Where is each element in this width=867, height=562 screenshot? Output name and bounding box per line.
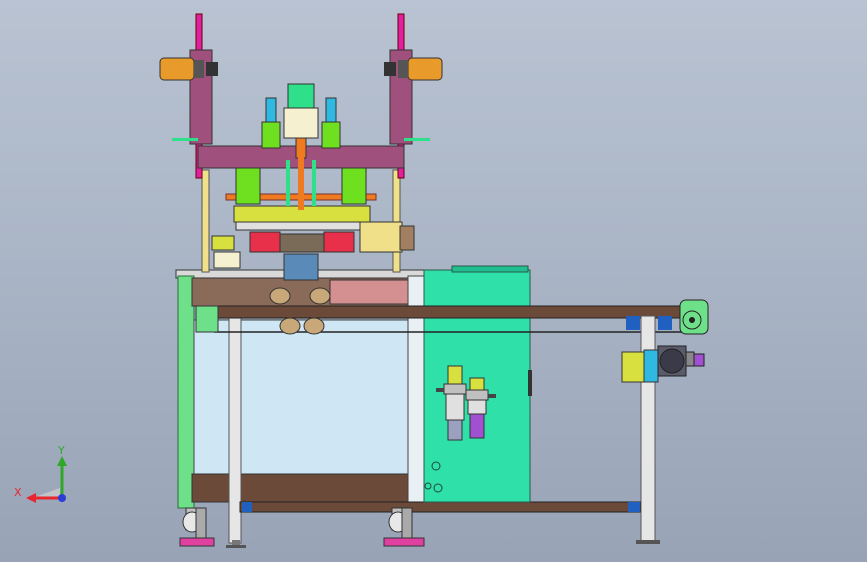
x-axis-label: X [14, 486, 22, 499]
bottom-conveyor-rail [239, 501, 641, 513]
sensor-bracket-left-lower [213, 251, 241, 269]
x-axis-arrow [26, 493, 36, 503]
yellow-side-motor [359, 221, 415, 253]
central-slide-beam-lower [235, 221, 373, 231]
upper-red-panel [329, 279, 411, 305]
z-axis-dot [58, 494, 66, 502]
side-pin-right [404, 138, 430, 141]
left-caster [179, 507, 215, 547]
guide-rod [312, 160, 316, 206]
red-clamp-right [323, 231, 355, 253]
upper-post-right [392, 169, 401, 273]
right-caster [383, 507, 425, 547]
upper-post-left [201, 169, 210, 273]
conveyor-bracket [626, 316, 640, 330]
side-pin-left [172, 138, 198, 141]
guide-rod [298, 150, 304, 210]
lower-brown-rail [191, 473, 411, 503]
pneumatic-cylinder-left [261, 97, 281, 149]
axis-triad: Y X [14, 444, 67, 503]
spindle-center [279, 233, 325, 253]
frame-glass-panel [193, 319, 411, 476]
blue-head-block [283, 253, 319, 281]
red-clamp-left [249, 231, 281, 253]
guide-rod [286, 160, 290, 206]
conveyor-leg-foot [636, 540, 660, 544]
y-axis-label: Y [57, 444, 65, 457]
green-block-right [341, 167, 367, 205]
conveyor-bracket [658, 316, 672, 330]
y-axis-arrow [57, 456, 67, 466]
front-leg-left [228, 314, 242, 544]
bottom-rail-end [628, 502, 640, 512]
cabinet-latch [528, 370, 532, 396]
machine-assembly-model[interactable]: Y X [0, 0, 867, 562]
conveyor-drive-pulley [679, 299, 709, 335]
left-frame-leg [177, 275, 195, 509]
bottom-rail-start [242, 502, 252, 512]
conveyor-drive-motor [621, 345, 705, 383]
cabinet-top-strip [451, 265, 529, 273]
conveyor-end-cap-left [195, 305, 219, 333]
cad-3d-viewport[interactable]: Y X [0, 0, 867, 562]
pneumatic-cylinder-right [321, 97, 341, 149]
green-block-left [235, 167, 261, 205]
sensor-bracket-left [211, 235, 235, 251]
